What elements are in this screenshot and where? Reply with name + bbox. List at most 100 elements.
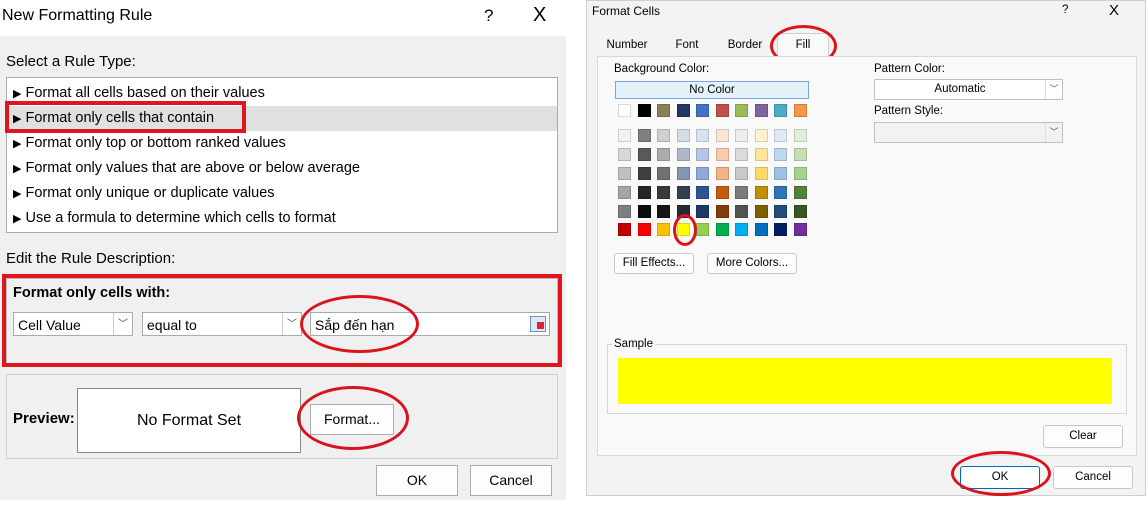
color-swatch[interactable] xyxy=(637,148,651,161)
color-swatch[interactable] xyxy=(657,186,670,199)
color-swatch[interactable] xyxy=(696,205,709,218)
color-swatch[interactable] xyxy=(793,223,807,236)
cancel-button[interactable]: Cancel xyxy=(1053,466,1133,489)
color-swatch[interactable] xyxy=(637,223,651,236)
color-swatch[interactable] xyxy=(774,186,787,199)
color-swatch[interactable] xyxy=(754,129,768,142)
color-swatch[interactable] xyxy=(715,104,729,117)
color-swatch[interactable] xyxy=(618,167,631,180)
color-swatch[interactable] xyxy=(793,148,807,161)
tab-border[interactable]: Border xyxy=(719,35,771,55)
color-swatch[interactable] xyxy=(637,186,651,199)
color-swatch[interactable] xyxy=(657,223,670,236)
color-swatch[interactable] xyxy=(774,148,787,161)
color-swatch[interactable] xyxy=(754,167,768,180)
color-swatch[interactable] xyxy=(676,148,690,161)
color-swatch[interactable] xyxy=(793,167,807,180)
color-swatch[interactable] xyxy=(735,223,748,236)
close-button[interactable]: X xyxy=(1109,2,1119,19)
color-swatch[interactable] xyxy=(774,223,787,236)
color-swatch[interactable] xyxy=(696,148,709,161)
color-swatch[interactable] xyxy=(754,186,768,199)
color-swatch[interactable] xyxy=(618,129,631,142)
color-swatch[interactable] xyxy=(676,167,690,180)
color-swatch[interactable] xyxy=(618,223,631,236)
highlight-oval xyxy=(297,386,409,450)
rule-type-item[interactable]: ▶ Format only unique or duplicate values xyxy=(7,181,557,206)
color-swatch[interactable] xyxy=(793,129,807,142)
highlight-oval xyxy=(673,214,697,246)
color-swatch[interactable] xyxy=(676,104,690,117)
color-swatch[interactable] xyxy=(696,167,709,180)
color-swatch[interactable] xyxy=(696,129,709,142)
color-swatch[interactable] xyxy=(735,186,748,199)
color-swatch[interactable] xyxy=(618,186,631,199)
highlight-oval xyxy=(300,295,419,353)
color-swatch[interactable] xyxy=(696,186,709,199)
color-swatch[interactable] xyxy=(754,104,768,117)
rule-type-label: Format all cells based on their values xyxy=(25,85,265,101)
close-button[interactable]: X xyxy=(533,4,546,27)
color-swatch[interactable] xyxy=(618,104,631,117)
color-swatch[interactable] xyxy=(657,148,670,161)
color-swatch[interactable] xyxy=(696,104,709,117)
color-swatch[interactable] xyxy=(735,129,748,142)
color-swatch[interactable] xyxy=(657,129,670,142)
color-swatch[interactable] xyxy=(637,129,651,142)
rule-type-label: Format only values that are above or bel… xyxy=(25,160,360,176)
color-swatch[interactable] xyxy=(774,167,787,180)
pattern-style-select[interactable]: ﹀ xyxy=(874,122,1063,143)
pattern-color-select[interactable]: Automatic ﹀ xyxy=(874,79,1063,100)
color-swatch[interactable] xyxy=(637,167,651,180)
help-button[interactable]: ? xyxy=(484,6,493,26)
color-swatch[interactable] xyxy=(715,205,729,218)
color-swatch[interactable] xyxy=(774,129,787,142)
cancel-button[interactable]: Cancel xyxy=(470,465,552,496)
triangle-right-icon: ▶ xyxy=(13,213,22,225)
tab-font[interactable]: Font xyxy=(661,35,713,55)
color-swatch[interactable] xyxy=(676,129,690,142)
help-button[interactable]: ? xyxy=(1062,4,1068,16)
color-swatch[interactable] xyxy=(637,205,651,218)
color-swatch[interactable] xyxy=(676,186,690,199)
no-color-button[interactable]: No Color xyxy=(615,81,809,99)
color-swatch[interactable] xyxy=(793,205,807,218)
ok-button[interactable]: OK xyxy=(376,465,458,496)
tab-number[interactable]: Number xyxy=(599,35,655,55)
color-swatch[interactable] xyxy=(754,223,768,236)
title-bar: New Formatting Rule ? X xyxy=(0,0,566,36)
color-swatch[interactable] xyxy=(735,148,748,161)
rule-type-item[interactable]: ▶ Use a formula to determine which cells … xyxy=(7,206,557,231)
fill-effects-button[interactable]: Fill Effects... xyxy=(614,253,694,274)
color-swatch[interactable] xyxy=(715,167,729,180)
color-swatch[interactable] xyxy=(657,205,670,218)
clear-button[interactable]: Clear xyxy=(1043,425,1123,448)
color-swatch[interactable] xyxy=(618,205,631,218)
pattern-color-value: Automatic xyxy=(934,83,986,95)
color-swatch[interactable] xyxy=(774,104,787,117)
color-swatch[interactable] xyxy=(696,223,709,236)
rule-type-label: Use a formula to determine which cells t… xyxy=(25,210,336,226)
rule-type-item[interactable]: ▶ Format only top or bottom ranked values xyxy=(7,131,557,156)
color-swatch[interactable] xyxy=(735,167,748,180)
color-swatch[interactable] xyxy=(754,148,768,161)
color-swatch[interactable] xyxy=(618,148,631,161)
color-swatch[interactable] xyxy=(715,186,729,199)
rule-type-item[interactable]: ▶ Format only values that are above or be… xyxy=(7,156,557,181)
chevron-down-icon: ﹀ xyxy=(1045,123,1062,142)
color-swatch[interactable] xyxy=(715,223,729,236)
color-swatch[interactable] xyxy=(774,205,787,218)
color-swatch[interactable] xyxy=(715,148,729,161)
color-swatch[interactable] xyxy=(715,129,729,142)
color-swatch[interactable] xyxy=(657,104,670,117)
preview-label: Preview: xyxy=(13,410,75,427)
new-formatting-rule-dialog: New Formatting Rule ? X Select a Rule Ty… xyxy=(0,0,566,500)
color-swatch[interactable] xyxy=(637,104,651,117)
color-swatch[interactable] xyxy=(735,205,748,218)
color-swatch[interactable] xyxy=(793,104,807,117)
more-colors-button[interactable]: More Colors... xyxy=(707,253,797,274)
color-swatch[interactable] xyxy=(793,186,807,199)
color-swatch[interactable] xyxy=(657,167,670,180)
color-swatch[interactable] xyxy=(754,205,768,218)
color-swatch[interactable] xyxy=(735,104,748,117)
